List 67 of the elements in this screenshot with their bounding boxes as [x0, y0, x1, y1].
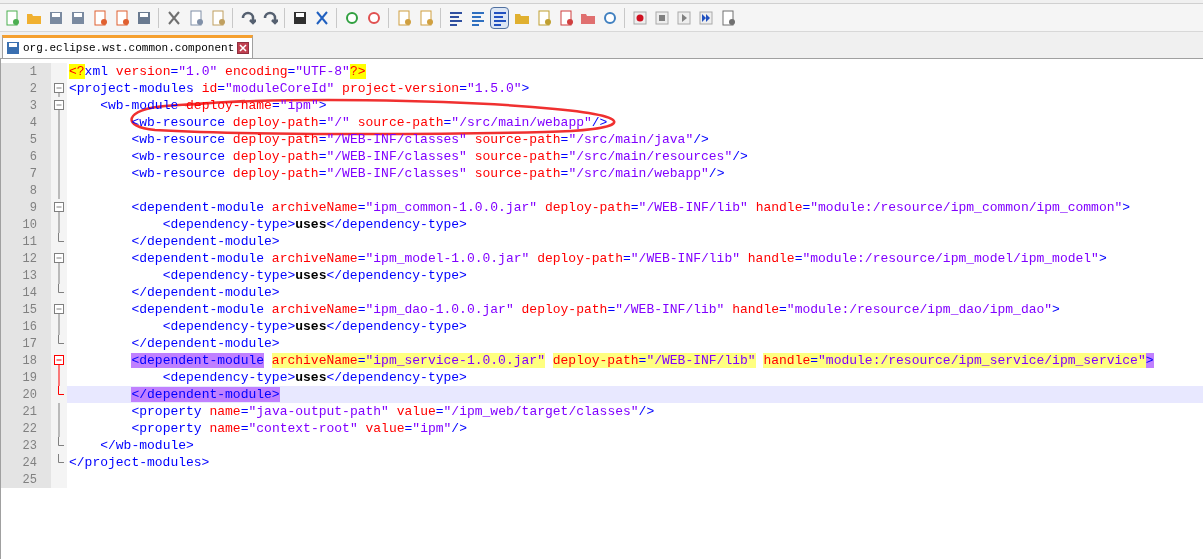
- save-icon: [6, 41, 20, 55]
- line-number: 20: [22, 386, 37, 404]
- cut-icon: [165, 9, 182, 26]
- macro-list-icon: [719, 9, 736, 26]
- fast-forward-icon: [697, 9, 714, 26]
- line-number: 25: [22, 471, 37, 489]
- code-line: </wb-module>: [99, 437, 194, 454]
- code-line: </dependent-module>: [130, 233, 280, 250]
- save-all-icon: [69, 9, 86, 26]
- document-icon: [557, 9, 574, 26]
- code-line: <dependency-type>uses</dependency-type>: [161, 318, 467, 335]
- file-tab[interactable]: org.eclipse.wst.common.component: [2, 35, 254, 58]
- code-line: <property name="context-root" value="ipm"/>: [130, 420, 467, 437]
- line-number: 1: [29, 63, 37, 81]
- indent-guide-icon: [491, 9, 508, 26]
- code-line: </dependent-module>: [130, 284, 280, 301]
- new-file-icon: [3, 9, 20, 26]
- code-line: <dependent-module archiveName="ipm_model-1.0.0.jar" deploy-path="/WEB-INF/lib" handle="module:/resource/ipm_model/ipm_model">: [130, 250, 1107, 267]
- code-line: <wb-resource deploy-path="/WEB-INF/classes" source-path="/src/main/resources"/>: [130, 148, 748, 165]
- stop-icon: [653, 9, 670, 26]
- line-number: 16: [22, 318, 37, 336]
- line-number: 17: [22, 335, 37, 353]
- line-number: 10: [22, 216, 37, 234]
- line-number: 13: [22, 267, 37, 285]
- line-number: 6: [29, 148, 37, 166]
- code-line: <dependency-type>uses</dependency-type>: [161, 216, 467, 233]
- line-number: 19: [22, 369, 37, 387]
- tab-title: org.eclipse.wst.common.component: [23, 40, 235, 56]
- code-line: <project-modules id="moduleCoreId" project-version="1.5.0">: [69, 80, 530, 97]
- line-number: 11: [22, 233, 37, 251]
- line-number: 15: [22, 301, 37, 319]
- code-line: </dependent-module>: [130, 335, 280, 352]
- line-number: 22: [22, 420, 37, 438]
- indent-guide-button[interactable]: [490, 6, 509, 29]
- redo-icon: [261, 9, 278, 26]
- record-icon: [631, 9, 648, 26]
- code-line: <?xml version="1.0" encoding="UTF-8"?>: [69, 63, 366, 80]
- code-line: <dependent-module archiveName="ipm_service-1.0.0.jar" deploy-path="/WEB-INF/lib" handle="module:/resource/ipm_service/ipm_service">: [130, 352, 1154, 369]
- close-icon[interactable]: [237, 42, 250, 54]
- line-number: 8: [29, 182, 37, 200]
- code-line: <wb-resource deploy-path="/WEB-INF/classes" source-path="/src/main/webapp"/>: [130, 165, 725, 182]
- close-file-icon: [91, 9, 108, 26]
- line-number: 18: [22, 352, 37, 370]
- code-line: <wb-resource deploy-path="/WEB-INF/classes" source-path="/src/main/java"/>: [130, 131, 709, 148]
- paste-icon: [209, 9, 226, 26]
- line-number: 14: [22, 284, 37, 302]
- close-all-icon: [113, 9, 130, 26]
- line-number: 21: [22, 403, 37, 421]
- line-number: 23: [22, 437, 37, 455]
- play-icon: [675, 9, 692, 26]
- code-line: <dependent-module archiveName="ipm_dao-1.0.0.jar" deploy-path="/WEB-INF/lib" handle="module:/resource/ipm_dao/ipm_dao">: [130, 301, 1060, 318]
- line-number: 24: [22, 454, 37, 472]
- line-number: 3: [29, 97, 37, 115]
- code-line: </project-modules>: [69, 454, 210, 471]
- line-number: 7: [29, 165, 37, 183]
- code-line: <dependency-type>uses</dependency-type>: [161, 369, 467, 386]
- wrap-icon: [447, 9, 464, 26]
- code-line: <dependent-module archiveName="ipm_common-1.0.0.jar" deploy-path="/WEB-INF/lib" handle="module:/resource/ipm_common/ipm_common">: [130, 199, 1131, 216]
- line-number: 12: [22, 250, 37, 268]
- line-number: 5: [29, 131, 37, 149]
- line-number: 4: [29, 114, 37, 132]
- code-line: <property name="java-output-path" value="/ipm_web/target/classes"/>: [130, 403, 655, 420]
- line-number: 2: [29, 80, 37, 98]
- code-line: <dependency-type>uses</dependency-type>: [161, 267, 467, 284]
- save-icon: [47, 9, 64, 26]
- line-number: 9: [29, 199, 37, 217]
- copy-icon: [187, 9, 204, 26]
